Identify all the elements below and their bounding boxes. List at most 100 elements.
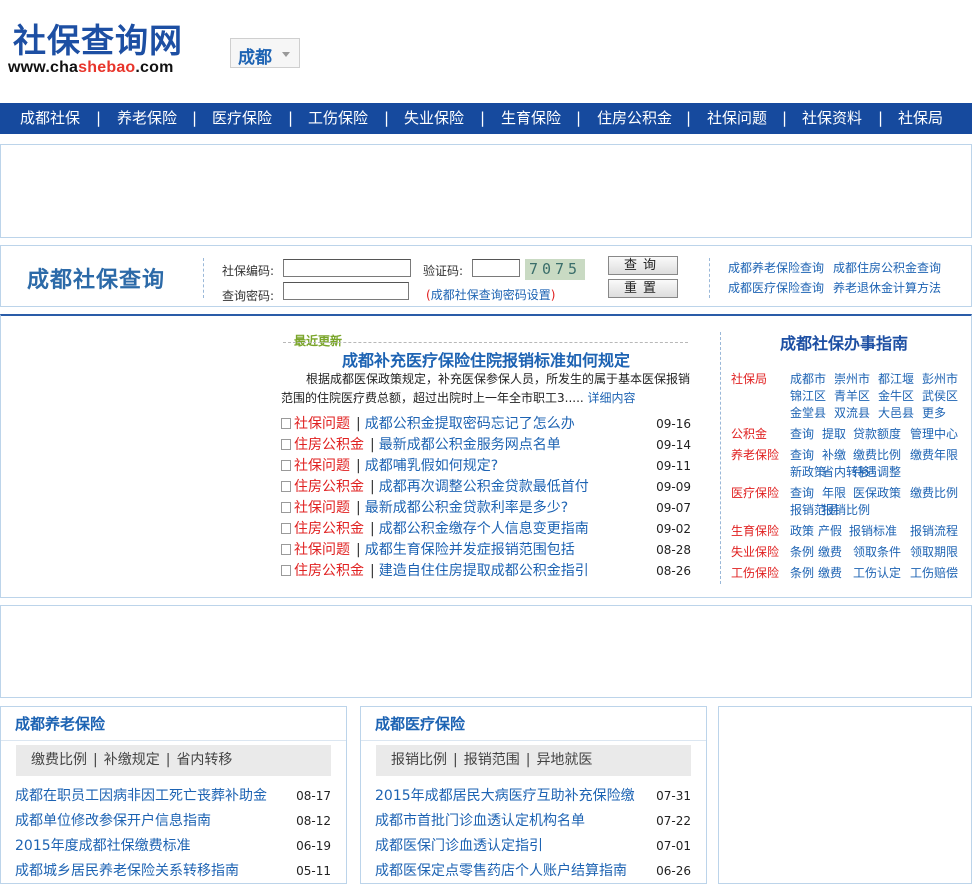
news-title[interactable]: 最新成都公积金贷款利率是多少?	[365, 500, 568, 516]
guide-link[interactable]: 缴费比例	[910, 484, 958, 501]
panel-row[interactable]: 2015年度成都社保缴费标准 06-19	[15, 834, 331, 858]
guide-link[interactable]: 武侯区	[922, 387, 958, 404]
guide-link[interactable]: 金牛区	[878, 387, 914, 404]
guide-link[interactable]: 崇州市	[834, 370, 870, 387]
guide-category[interactable]: 工伤保险	[731, 564, 779, 581]
guide-link[interactable]: 报销流程	[910, 522, 958, 539]
panel-tag[interactable]: 补缴规定	[104, 752, 160, 768]
guide-category[interactable]: 养老保险	[731, 446, 779, 463]
news-title[interactable]: 成都公积金提取密码忘记了怎么办	[365, 416, 575, 432]
nav-item-9[interactable]: 社保局	[898, 103, 943, 134]
pension-calc-link[interactable]: 养老退休金计算方法	[833, 279, 941, 296]
nav-item-5[interactable]: 生育保险	[501, 103, 561, 134]
panel-row-title[interactable]: 成都医保门诊血透认定指引	[375, 838, 543, 854]
guide-link[interactable]: 锦江区	[790, 387, 826, 404]
guide-link[interactable]: 贷款额度	[853, 425, 901, 442]
captcha-image[interactable]: 7075	[525, 259, 585, 280]
nav-item-0[interactable]: 成都社保	[20, 103, 80, 134]
guide-category[interactable]: 社保局	[731, 370, 767, 387]
pension-query-link[interactable]: 成都养老保险查询	[728, 259, 824, 276]
reset-button[interactable]: 重置	[608, 279, 678, 298]
guide-link[interactable]: 更多	[922, 404, 946, 421]
news-row[interactable]: 社保问题 | 成都生育保险并发症报销范围包括 08-28	[281, 540, 691, 561]
panel-row-title[interactable]: 2015年度成都社保缴费标准	[15, 838, 191, 854]
nav-item-6[interactable]: 住房公积金	[597, 103, 672, 134]
guide-link[interactable]: 提取	[822, 425, 846, 442]
guide-link[interactable]: 查询	[790, 425, 814, 442]
news-title[interactable]: 最新成都公积金服务网点名单	[379, 437, 561, 453]
guide-link[interactable]: 缴费	[818, 564, 842, 581]
panel-row-title[interactable]: 成都市首批门诊血透认定机构名单	[375, 813, 585, 829]
panel-row-title[interactable]: 成都单位修改参保开户信息指南	[15, 813, 211, 829]
guide-link[interactable]: 年限	[822, 484, 846, 501]
news-row[interactable]: 住房公积金 | 成都再次调整公积金贷款最低首付 09-09	[281, 477, 691, 498]
nav-item-4[interactable]: 失业保险	[404, 103, 464, 134]
nav-item-7[interactable]: 社保问题	[707, 103, 767, 134]
news-category[interactable]: 社保问题	[294, 500, 350, 516]
guide-link[interactable]: 青羊区	[834, 387, 870, 404]
panel-tag[interactable]: 报销比例	[391, 752, 447, 768]
guide-link[interactable]: 成都市	[790, 370, 826, 387]
guide-category[interactable]: 失业保险	[731, 543, 779, 560]
code-input[interactable]	[283, 259, 411, 277]
panel-row[interactable]: 成都单位修改参保开户信息指南 08-12	[15, 809, 331, 833]
panel-tag[interactable]: 省内转移	[176, 752, 232, 768]
guide-category[interactable]: 生育保险	[731, 522, 779, 539]
guide-link[interactable]: 新政策	[790, 463, 826, 480]
guide-link[interactable]: 领取条件	[853, 543, 901, 560]
news-title[interactable]: 成都生育保险并发症报销范围包括	[365, 542, 575, 558]
nav-item-8[interactable]: 社保资料	[802, 103, 862, 134]
city-select[interactable]: 成都	[230, 38, 300, 68]
guide-link[interactable]: 都江堰	[878, 370, 914, 387]
guide-link[interactable]: 双流县	[834, 404, 870, 421]
guide-link[interactable]: 条例	[790, 564, 814, 581]
news-category[interactable]: 住房公积金	[294, 563, 364, 579]
guide-link[interactable]: 缴费比例	[853, 446, 901, 463]
nav-item-3[interactable]: 工伤保险	[308, 103, 368, 134]
news-row[interactable]: 社保问题 | 最新成都公积金贷款利率是多少? 09-07	[281, 498, 691, 519]
panel-row[interactable]: 成都在职员工因病非因工死亡丧葬补助金 08-17	[15, 784, 331, 808]
guide-link[interactable]: 管理中心	[910, 425, 958, 442]
news-title[interactable]: 成都再次调整公积金贷款最低首付	[379, 479, 589, 495]
guide-link[interactable]: 金堂县	[790, 404, 826, 421]
panel-row[interactable]: 成都医保门诊血透认定指引 07-01	[375, 834, 691, 858]
panel-row-title[interactable]: 2015年成都居民大病医疗互助补充保险缴	[375, 788, 635, 804]
guide-link[interactable]: 政策	[790, 522, 814, 539]
panel-row-title[interactable]: 成都城乡居民养老保险关系转移指南	[15, 863, 239, 879]
panel-row[interactable]: 成都城乡居民养老保险关系转移指南 05-11	[15, 859, 331, 883]
panel-tag[interactable]: 报销范围	[464, 752, 520, 768]
news-title[interactable]: 成都公积金缴存个人信息变更指南	[379, 521, 589, 537]
news-row[interactable]: 社保问题 | 成都哺乳假如何规定? 09-11	[281, 456, 691, 477]
nav-item-1[interactable]: 养老保险	[117, 103, 177, 134]
news-category[interactable]: 社保问题	[294, 416, 350, 432]
news-row[interactable]: 住房公积金 | 最新成都公积金服务网点名单 09-14	[281, 435, 691, 456]
panel-row-title[interactable]: 成都在职员工因病非因工死亡丧葬补助金	[15, 788, 267, 804]
news-row[interactable]: 社保问题 | 成都公积金提取密码忘记了怎么办 09-16	[281, 414, 691, 435]
nav-item-2[interactable]: 医疗保险	[212, 103, 272, 134]
headline-link[interactable]: 成都补充医疗保险住院报销标准如何规定	[282, 347, 690, 371]
news-category[interactable]: 社保问题	[294, 542, 350, 558]
guide-link[interactable]: 报销比例	[822, 501, 870, 518]
news-title[interactable]: 建造自住住房提取成都公积金指引	[379, 563, 589, 579]
panel-tag[interactable]: 异地就医	[536, 752, 592, 768]
guide-link[interactable]: 查询	[790, 446, 814, 463]
guide-link[interactable]: 查询	[790, 484, 814, 501]
guide-link[interactable]: 补缴	[822, 446, 846, 463]
news-category[interactable]: 社保问题	[294, 458, 350, 474]
guide-link[interactable]: 缴费	[818, 543, 842, 560]
news-category[interactable]: 住房公积金	[294, 479, 364, 495]
captcha-input[interactable]	[472, 259, 520, 277]
guide-link[interactable]: 报销标准	[849, 522, 897, 539]
panel-tag[interactable]: 缴费比例	[31, 752, 87, 768]
guide-link[interactable]: 领取期限	[910, 543, 958, 560]
guide-link[interactable]: 缴费年限	[910, 446, 958, 463]
password-input[interactable]	[283, 282, 409, 300]
housing-fund-query-link[interactable]: 成都住房公积金查询	[833, 259, 941, 276]
guide-link[interactable]: 工伤认定	[853, 564, 901, 581]
password-setup-link[interactable]: 成都社保查询密码设置	[431, 288, 551, 302]
guide-category[interactable]: 公积金	[731, 425, 767, 442]
guide-link[interactable]: 彭州市	[922, 370, 958, 387]
guide-link[interactable]: 产假	[818, 522, 842, 539]
guide-link[interactable]: 大邑县	[878, 404, 914, 421]
news-category[interactable]: 住房公积金	[294, 521, 364, 537]
